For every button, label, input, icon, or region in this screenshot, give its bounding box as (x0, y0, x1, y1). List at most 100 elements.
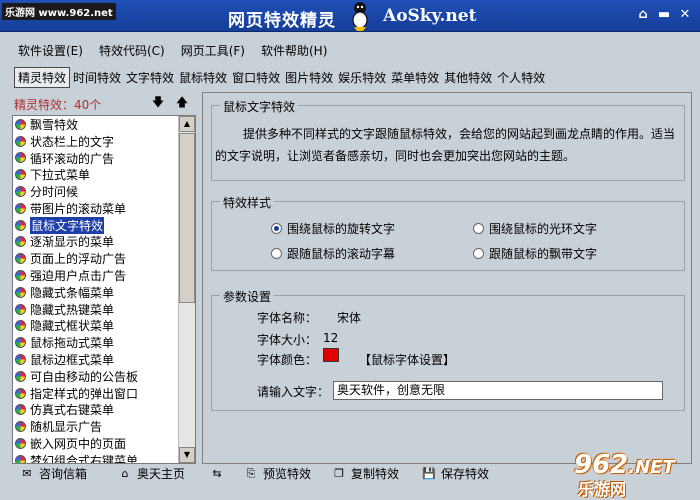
font-size-value[interactable]: 12 (323, 331, 338, 345)
copy-icon: ❐ (334, 466, 344, 480)
menu-settings[interactable]: 软件设置(E) (10, 42, 91, 59)
effect-list-label: 隐藏式条幅菜单 (30, 285, 115, 300)
font-size-label: 字体大小： (257, 333, 318, 347)
tab-time-effects[interactable]: 时间特效 (71, 69, 123, 86)
font-settings-link[interactable]: 【鼠标字体设置】 (359, 351, 455, 368)
effect-list-item[interactable]: 强迫用户点击广告 (13, 267, 179, 284)
menu-effect-code[interactable]: 特效代码(C) (91, 42, 173, 59)
tab-mouse-effects[interactable]: 鼠标特效 (177, 69, 229, 86)
effect-ball-icon (15, 236, 26, 248)
effect-ball-icon (15, 270, 26, 282)
effects-list-header: 精灵特效：40个 🡇 🡅 (12, 94, 194, 114)
save-effect-button[interactable]: 💾 保存特效 (422, 464, 489, 482)
minimize-icon[interactable]: ▬ (655, 6, 673, 24)
effect-list-item[interactable]: 嵌入网页中的页面 (13, 435, 179, 452)
effect-list-item[interactable]: 随机显示广告 (13, 418, 179, 435)
effect-ball-icon (15, 421, 26, 433)
effect-ball-icon (15, 303, 26, 315)
close-icon[interactable]: ✕ (676, 6, 694, 24)
effect-list-label: 隐藏式热键菜单 (30, 302, 115, 317)
swap-icon[interactable]: ⇆ (210, 464, 229, 482)
site-title: AoSky.net (383, 6, 477, 26)
effect-list-item[interactable]: 指定样式的弹出窗口 (13, 385, 179, 402)
tab-menu-effects[interactable]: 菜单特效 (389, 69, 441, 86)
effect-list-label: 嵌入网页中的页面 (30, 437, 127, 452)
effect-list-label: 鼠标边框式菜单 (30, 353, 115, 368)
font-color-swatch[interactable] (323, 348, 339, 362)
effect-ball-icon (15, 219, 26, 231)
tab-personal-effects[interactable]: 个人特效 (495, 69, 547, 86)
radio-icon (271, 223, 282, 234)
effect-list-item[interactable]: 梦幻组合式右键菜单 (13, 452, 179, 463)
text-input-field[interactable]: 奥天软件，创意无限 (333, 381, 663, 400)
tab-text-effects[interactable]: 文字特效 (124, 69, 176, 86)
tab-image-effects[interactable]: 图片特效 (283, 69, 335, 86)
scroll-up-icon[interactable]: ▲ (179, 116, 195, 132)
effect-list-label: 指定样式的弹出窗口 (30, 386, 139, 401)
effect-list-item[interactable]: 隐藏式热键菜单 (13, 301, 179, 318)
menu-help[interactable]: 软件帮助(H) (253, 42, 335, 59)
effect-list-item[interactable]: 带图片的滚动菜单 (13, 200, 179, 217)
effect-list-item[interactable]: 鼠标拖动式菜单 (13, 334, 179, 351)
style-option-ribbon[interactable]: 跟随鼠标的飘带文字 (473, 245, 597, 262)
effect-list-label: 下拉式菜单 (30, 168, 91, 183)
effect-list-item[interactable]: 下拉式菜单 (13, 166, 179, 183)
font-name-label: 字体名称： (257, 311, 318, 325)
effect-list-item[interactable]: 仿真式右键菜单 (13, 402, 179, 419)
effect-list-item[interactable]: 飘雪特效 (13, 116, 179, 133)
effect-list-label: 鼠标拖动式菜单 (30, 336, 115, 351)
style-option-rotating[interactable]: 围绕鼠标的旋转文字 (271, 220, 395, 237)
effect-list-label: 隐藏式框状菜单 (30, 319, 115, 334)
tab-window-effects[interactable]: 窗口特效 (230, 69, 282, 86)
home-page-button[interactable]: ⌂ 奥天主页 (118, 464, 186, 482)
consult-mail-button[interactable]: ✉ 咨询信箱 (20, 464, 87, 482)
radio-icon (473, 223, 484, 234)
scroll-down-icon[interactable]: ▼ (179, 447, 195, 463)
menu-web-tools[interactable]: 网页工具(F) (173, 42, 253, 59)
scroll-thumb[interactable] (179, 133, 195, 303)
tab-fun-effects[interactable]: 娱乐特效 (336, 69, 388, 86)
effect-ball-icon (15, 202, 26, 214)
style-option-scrolling[interactable]: 跟随鼠标的滚动字幕 (271, 245, 395, 262)
effect-list-item[interactable]: 状态栏上的文字 (13, 133, 179, 150)
input-text-label: 请输入文字： (257, 385, 330, 399)
move-up-icon[interactable]: 🡅 (174, 94, 190, 110)
list-scrollbar[interactable]: ▲ ▼ (178, 116, 195, 463)
effect-ball-icon (15, 186, 26, 198)
effect-list-item[interactable]: 隐藏式框状菜单 (13, 318, 179, 335)
home-window-icon[interactable]: ⌂ (634, 6, 652, 24)
effect-list-label: 随机显示广告 (30, 420, 103, 435)
description-title: 鼠标文字特效 (220, 98, 299, 115)
effect-list-item[interactable]: 循环滚动的广告 (13, 150, 179, 167)
effect-list-item[interactable]: 鼠标边框式菜单 (13, 351, 179, 368)
effect-ball-icon (15, 438, 26, 450)
font-name-value[interactable]: 宋体 (337, 309, 361, 326)
radio-icon (473, 248, 484, 259)
effect-list-item[interactable]: 鼠标文字特效 (13, 216, 179, 234)
preview-effect-button[interactable]: ⎘ 预览特效 (244, 464, 311, 482)
copy-effect-button[interactable]: ❐ 复制特效 (332, 464, 399, 482)
effect-list-item[interactable]: 隐藏式条幅菜单 (13, 284, 179, 301)
effect-list-label: 循环滚动的广告 (30, 151, 115, 166)
effect-list-item[interactable]: 页面上的浮动广告 (13, 250, 179, 267)
mascot-icon (352, 2, 368, 31)
mail-icon: ✉ (22, 466, 32, 480)
window-controls: ⌂ ▬ ✕ (634, 6, 694, 24)
watermark-top-left: 乐游网 www.962.net (2, 3, 116, 20)
effects-list[interactable]: 飘雪特效 状态栏上的文字 循环滚动的广告 下拉式菜单 分时问候 带图片的滚动菜单 鼠标文字特… (12, 115, 196, 464)
effect-ball-icon (15, 152, 26, 164)
tab-sprite-effects[interactable]: 精灵特效 (14, 66, 71, 88)
preview-icon: ⎘ (246, 466, 256, 480)
effect-list-item[interactable]: 逐渐显示的菜单 (13, 234, 179, 251)
effect-ball-icon (15, 135, 26, 147)
move-down-icon[interactable]: 🡇 (150, 94, 166, 110)
style-option-halo[interactable]: 围绕鼠标的光环文字 (473, 220, 597, 237)
effect-list-item[interactable]: 分时问候 (13, 183, 179, 200)
effect-ball-icon (15, 337, 26, 349)
effect-list-item[interactable]: 可自由移动的公告板 (13, 368, 179, 385)
effect-ball-icon (15, 370, 26, 382)
effect-list-label: 鼠标文字特效 (30, 216, 105, 234)
title-bar: 乐游网 www.962.net 网页特效精灵 AoSky.net ⌂ ▬ ✕ (0, 0, 700, 32)
description-text: 提供多种不同样式的文字跟随鼠标特效，会给您的网站起到画龙点睛的作用。适当的文字说… (215, 127, 676, 163)
tab-other-effects[interactable]: 其他特效 (442, 69, 494, 86)
